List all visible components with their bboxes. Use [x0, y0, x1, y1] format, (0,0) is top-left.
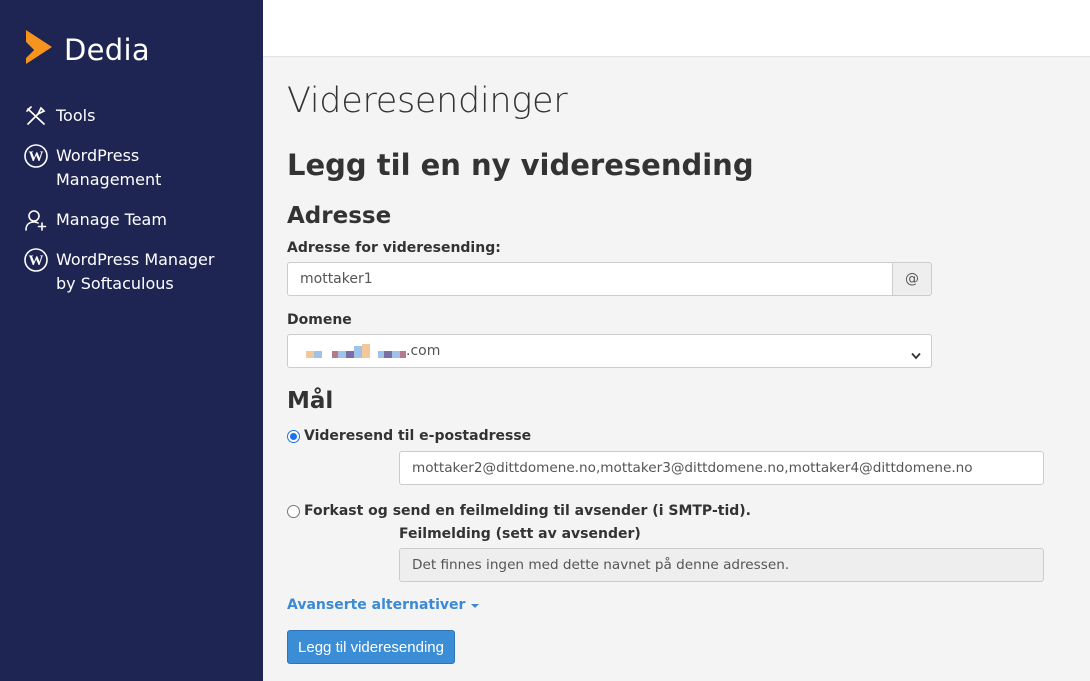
page-title: Videresendinger — [287, 81, 568, 121]
error-message-input: Det finnes ingen med dette navnet på den… — [399, 548, 1044, 582]
top-bar — [263, 0, 1090, 57]
sidebar: Dedia Tools W WordPress Management Manag… — [0, 0, 263, 681]
sidebar-item-wordpress-manager-softaculous[interactable]: W WordPress Manager by Softaculous — [0, 248, 263, 296]
forward-email-input[interactable]: mottaker2@dittdomene.no,mottaker3@dittdo… — [399, 451, 1044, 485]
address-heading: Adresse — [287, 203, 392, 229]
sidebar-item-wordpress-management[interactable]: W WordPress Management — [0, 144, 263, 192]
masked-domain-image — [306, 344, 406, 358]
domain-suffix: .com — [406, 343, 441, 359]
user-add-icon — [24, 208, 48, 232]
radio-discard-label[interactable]: Forkast og send en feilmelding til avsen… — [304, 503, 751, 519]
sidebar-item-label: WordPress Manager by Softaculous — [56, 250, 215, 293]
section-title: Legg til en ny videresending — [287, 148, 754, 182]
address-input[interactable]: mottaker1 — [287, 262, 893, 296]
domain-label: Domene — [287, 312, 352, 328]
sidebar-nav: Tools W WordPress Management Manage Team… — [0, 104, 263, 312]
advanced-options-label[interactable]: Avanserte alternativer — [287, 597, 465, 613]
dedia-logo-icon — [24, 28, 54, 71]
error-message-label: Feilmelding (sett av avsender) — [399, 526, 641, 542]
svg-text:W: W — [29, 149, 44, 165]
wordpress-icon: W — [24, 248, 48, 272]
sidebar-item-tools[interactable]: Tools — [0, 104, 263, 128]
brand-name: Dedia — [64, 32, 150, 67]
sidebar-item-label: Tools — [56, 106, 96, 125]
at-addon: @ — [893, 262, 932, 296]
caret-down-icon — [471, 604, 480, 608]
radio-forward-label[interactable]: Videresend til e-postadresse — [304, 428, 531, 444]
sidebar-item-label: WordPress Management — [56, 146, 162, 189]
tools-icon — [24, 104, 48, 128]
radio-forward[interactable] — [287, 429, 300, 443]
chevron-down-icon — [911, 347, 921, 365]
sidebar-item-label: Manage Team — [56, 210, 167, 229]
address-label: Adresse for videresending: — [287, 240, 501, 256]
add-forwarder-button[interactable]: Legg til videresending — [287, 630, 455, 664]
sidebar-item-manage-team[interactable]: Manage Team — [0, 208, 263, 232]
target-heading: Mål — [287, 388, 334, 414]
advanced-options-link[interactable]: Avanserte alternativer — [287, 597, 480, 613]
domain-select[interactable]: .com — [287, 334, 932, 368]
radio-discard-row[interactable]: Forkast og send en feilmelding til avsen… — [287, 503, 751, 519]
svg-text:W: W — [29, 253, 44, 269]
address-input-group: mottaker1 @ — [287, 262, 932, 296]
wordpress-icon: W — [24, 144, 48, 168]
radio-forward-row[interactable]: Videresend til e-postadresse — [287, 428, 531, 444]
brand-logo[interactable]: Dedia — [24, 28, 150, 71]
radio-discard[interactable] — [287, 504, 300, 518]
